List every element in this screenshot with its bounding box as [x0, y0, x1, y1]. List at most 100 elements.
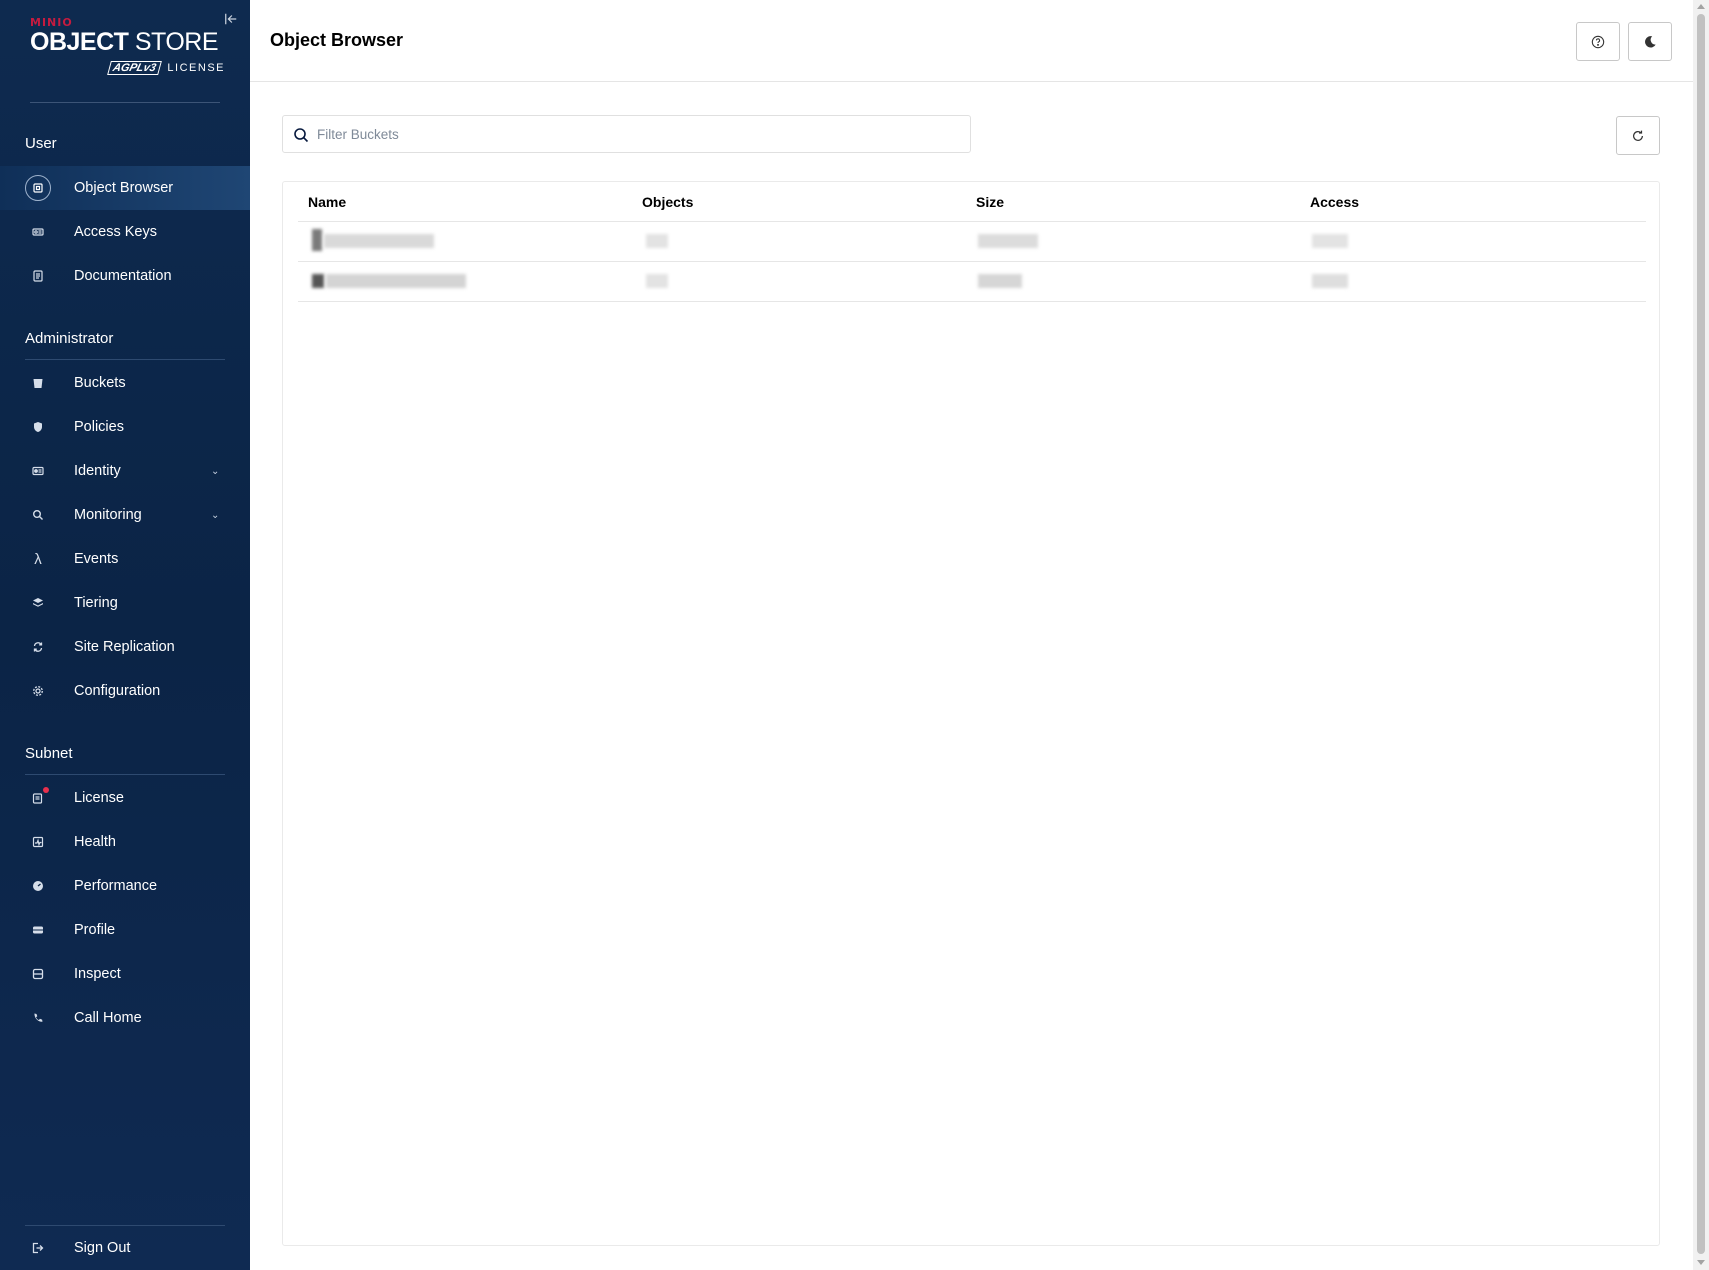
sidebar-item-label: Object Browser	[74, 180, 174, 196]
section-title-subnet: Subnet	[25, 745, 73, 762]
sidebar-item-object-browser[interactable]: Object Browser	[0, 166, 250, 210]
phone-icon	[27, 1007, 49, 1029]
sidebar-item-profile[interactable]: Profile	[0, 908, 250, 952]
section-title-administrator: Administrator	[25, 330, 114, 347]
sidebar-item-label: Access Keys	[74, 224, 157, 240]
size-redacted	[978, 234, 1038, 248]
sync-icon	[27, 636, 49, 658]
sidebar-item-label: License	[74, 790, 124, 806]
column-header-objects[interactable]: Objects	[642, 194, 693, 210]
sidebar-item-label: Performance	[74, 878, 158, 894]
sidebar-item-buckets[interactable]: Buckets	[0, 361, 250, 405]
documentation-icon	[27, 265, 49, 287]
sidebar-item-site-replication[interactable]: Site Replication	[0, 625, 250, 669]
sign-out-button[interactable]: Sign Out	[0, 1226, 250, 1270]
health-icon	[27, 831, 49, 853]
logo-product: OBJECT STORE	[30, 29, 225, 55]
sidebar-item-label: Documentation	[74, 268, 172, 284]
agpl-badge: AGPLv3	[106, 61, 162, 75]
sign-out-label: Sign Out	[74, 1240, 131, 1256]
license-icon	[27, 787, 49, 809]
sidebar-item-label: Profile	[74, 922, 116, 938]
sidebar-item-label: Identity	[74, 463, 121, 479]
bucket-icon	[27, 372, 49, 394]
section-divider	[25, 774, 225, 775]
access-redacted	[1312, 274, 1348, 288]
sidebar-item-license[interactable]: License	[0, 776, 250, 820]
sidebar-item-label: Tiering	[74, 595, 118, 611]
sidebar-item-performance[interactable]: Performance	[0, 864, 250, 908]
table-row[interactable]	[298, 262, 1646, 302]
scroll-down-arrow[interactable]	[1697, 1260, 1705, 1265]
scroll-thumb[interactable]	[1697, 14, 1705, 1254]
object-browser-icon	[25, 175, 51, 201]
refresh-button[interactable]	[1616, 116, 1660, 155]
section-title-user: User	[25, 135, 57, 152]
layers-icon	[27, 592, 49, 614]
size-redacted	[978, 274, 1022, 288]
sidebar-item-label: Configuration	[74, 683, 161, 699]
sidebar-item-label: Buckets	[74, 375, 126, 391]
column-header-access[interactable]: Access	[1310, 194, 1359, 210]
sign-out-icon	[27, 1237, 49, 1259]
page-header: Object Browser	[250, 0, 1693, 82]
column-header-size[interactable]: Size	[976, 194, 1004, 210]
scroll-up-arrow[interactable]	[1697, 4, 1705, 9]
sidebar-item-inspect[interactable]: Inspect	[0, 952, 250, 996]
page-scrollbar[interactable]	[1693, 0, 1709, 1270]
sidebar-item-policies[interactable]: Policies	[0, 405, 250, 449]
search-icon	[294, 128, 309, 143]
minio-logo[interactable]: MINIO OBJECT STORE AGPLv3 LICENSE	[30, 16, 225, 76]
table-header: Name Objects Size Access	[298, 182, 1646, 222]
logo-product-bold: OBJECT	[30, 28, 129, 56]
lambda-icon: λ	[34, 550, 42, 568]
bucket-name-redacted	[312, 229, 452, 251]
sidebar-item-label: Call Home	[74, 1010, 142, 1026]
sidebar-item-label: Inspect	[74, 966, 121, 982]
magnifier-icon	[27, 504, 49, 526]
inspect-icon	[27, 963, 49, 985]
filter-buckets-search[interactable]	[282, 115, 971, 153]
dark-mode-toggle[interactable]	[1628, 22, 1672, 61]
collapse-left-icon	[225, 13, 237, 25]
profile-icon	[27, 919, 49, 941]
sidebar-item-call-home[interactable]: Call Home	[0, 996, 250, 1040]
main-content: Object Browser Name Objects Size Access	[250, 0, 1693, 1270]
sidebar-item-label: Events	[74, 551, 119, 567]
access-keys-icon	[27, 221, 49, 243]
gear-icon	[27, 680, 49, 702]
sidebar-item-health[interactable]: Health	[0, 820, 250, 864]
help-button[interactable]	[1576, 22, 1620, 61]
id-card-icon	[27, 460, 49, 482]
logo-divider	[30, 102, 220, 103]
buckets-table: Name Objects Size Access	[282, 181, 1660, 1246]
section-divider	[25, 359, 225, 360]
sidebar-item-tiering[interactable]: Tiering	[0, 581, 250, 625]
column-header-name[interactable]: Name	[308, 194, 346, 210]
sidebar-item-label: Monitoring	[74, 507, 142, 523]
sidebar-item-access-keys[interactable]: Access Keys	[0, 210, 250, 254]
chevron-down-icon[interactable]: ⌄	[211, 466, 219, 477]
logo-license: AGPLv3 LICENSE	[106, 61, 225, 75]
collapse-sidebar-button[interactable]	[224, 12, 240, 28]
gauge-icon	[27, 875, 49, 897]
sidebar-item-documentation[interactable]: Documentation	[0, 254, 250, 298]
refresh-icon	[1633, 130, 1643, 141]
sidebar-item-monitoring[interactable]: Monitoring ⌄	[0, 493, 250, 537]
shield-icon	[27, 416, 49, 438]
moon-icon	[1645, 35, 1656, 48]
sidebar-item-configuration[interactable]: Configuration	[0, 669, 250, 713]
table-row[interactable]	[298, 222, 1646, 262]
access-redacted	[1312, 234, 1348, 248]
objects-count-redacted	[646, 274, 668, 288]
filter-buckets-input[interactable]	[317, 116, 957, 152]
notification-dot	[43, 787, 49, 793]
chevron-down-icon[interactable]: ⌄	[211, 510, 219, 521]
sidebar-item-label: Health	[74, 834, 116, 850]
sidebar: MINIO OBJECT STORE AGPLv3 LICENSE User O…	[0, 0, 250, 1270]
objects-count-redacted	[646, 234, 668, 248]
page-title: Object Browser	[270, 30, 404, 50]
sidebar-item-identity[interactable]: Identity ⌄	[0, 449, 250, 493]
sidebar-item-events[interactable]: λ Events	[0, 537, 250, 581]
license-text: LICENSE	[167, 62, 225, 74]
